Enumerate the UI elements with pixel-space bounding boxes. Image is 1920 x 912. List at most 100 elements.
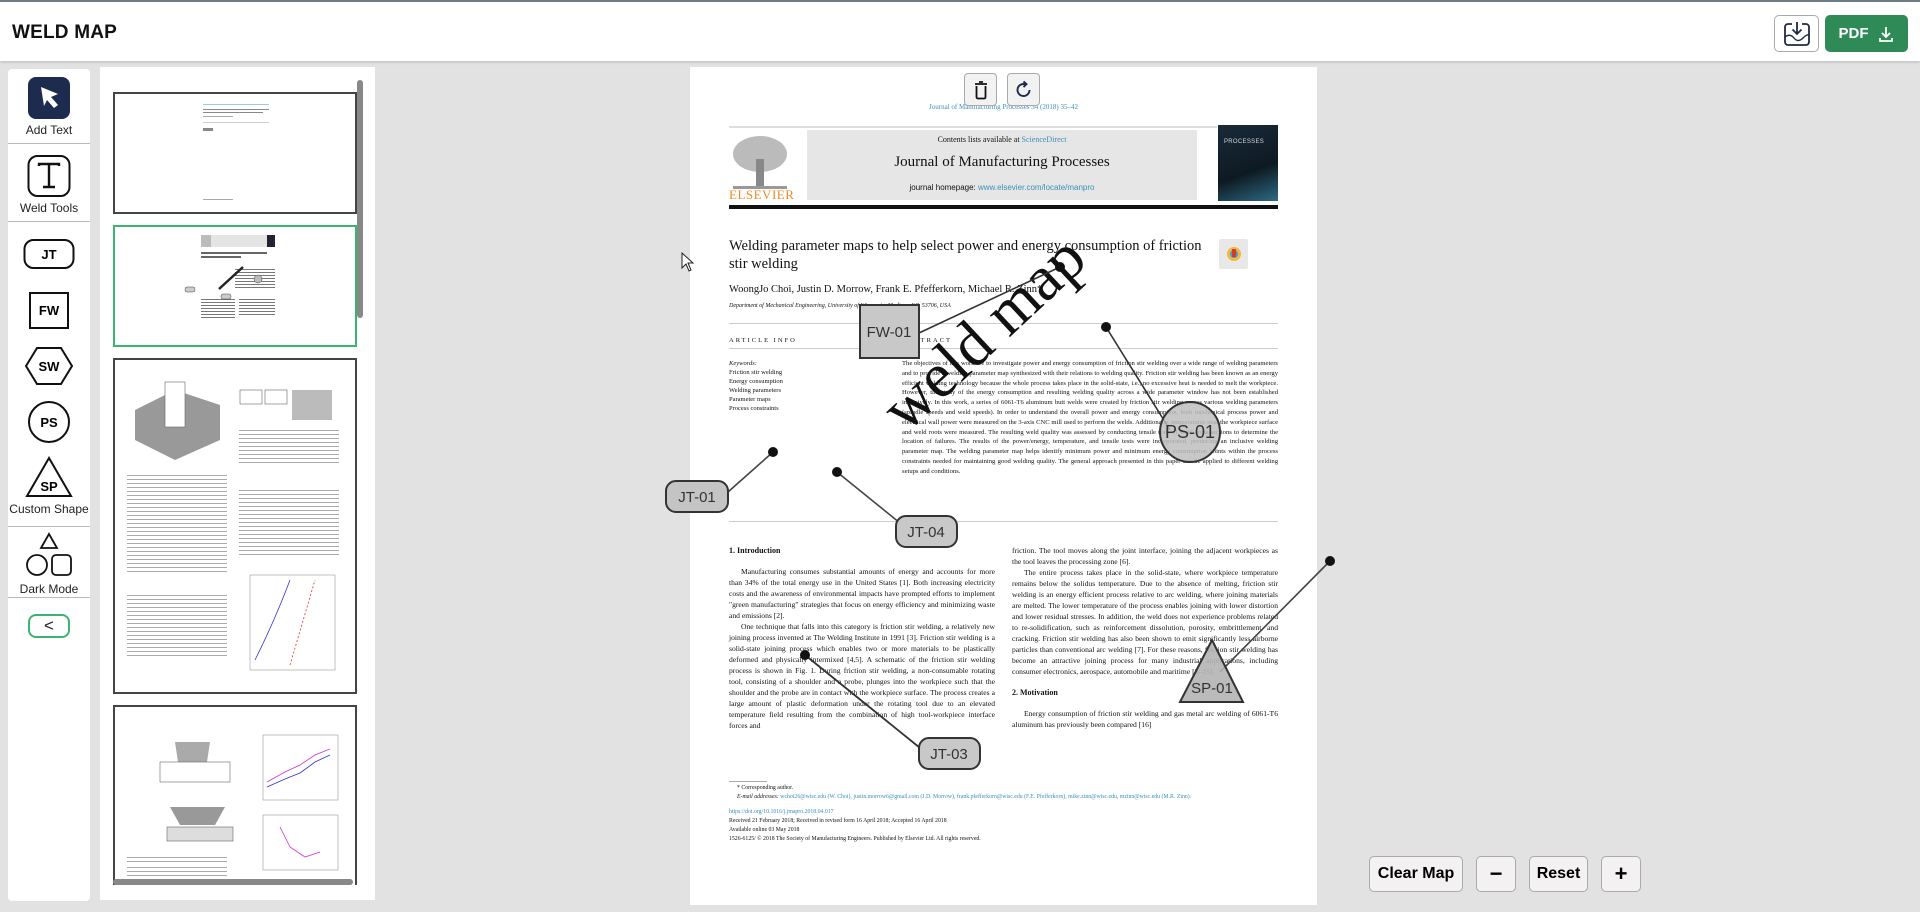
top-bar: WELD MAP PDF (0, 0, 1920, 61)
page-toolbar (964, 73, 1040, 106)
divider (8, 597, 90, 598)
homepage-prefix: journal homepage: (909, 183, 978, 192)
available-online: Available online 03 May 2018 (729, 827, 800, 833)
tool-ps[interactable]: PS (8, 400, 90, 444)
anchor-point[interactable] (1101, 322, 1111, 332)
fw-square-icon: FW (29, 292, 69, 329)
thumbnail-page-2-preview (184, 235, 275, 318)
left-column: 1. Introduction Manufacturing consumes s… (729, 545, 995, 731)
anchor-point[interactable] (832, 467, 842, 477)
tool-jt[interactable]: JT (8, 238, 90, 270)
doi-link[interactable]: https://doi.org/10.1016/j.jmapro.2018.04… (729, 808, 1278, 817)
tool-select[interactable]: Add Text (8, 77, 90, 137)
keyword: Welding parameters (729, 387, 781, 394)
reset-zoom-button[interactable]: Reset (1529, 856, 1588, 892)
thumbnail-page-3[interactable] (113, 358, 357, 694)
check-updates-icon (1226, 247, 1241, 261)
mouse-cursor-icon (681, 252, 695, 272)
tool-text[interactable]: Weld Tools (8, 155, 90, 215)
thumbnail-horizontal-scrollbar[interactable] (113, 879, 353, 885)
anchor-point[interactable] (1055, 262, 1065, 272)
paper-title: Welding parameter maps to help select po… (729, 238, 1202, 272)
thumbnail-page-2[interactable] (113, 225, 357, 347)
tool-label-add-text: Add Text (25, 123, 73, 137)
thumbnail-page-3-preview (127, 381, 339, 671)
tool-label-dark-mode: Dark Mode (19, 582, 79, 596)
text-t-icon (27, 155, 71, 197)
introduction-heading: 1. Introduction (729, 546, 781, 555)
cover-title: PROCESSES (1224, 139, 1265, 145)
tool-label-custom-shape: Custom Shape (9, 502, 89, 516)
intro-paragraph: friction. The tool moves along the joint… (1012, 546, 1278, 566)
tool-custom-shape[interactable]: Dark Mode (8, 532, 90, 596)
sw-hexagon-icon: SW (24, 347, 74, 385)
zoom-controls: Clear Map − Reset + (1369, 856, 1641, 892)
svg-text:PS: PS (40, 415, 58, 430)
app-title: WELD MAP (12, 22, 118, 43)
marker-label: JT-03 (930, 746, 968, 763)
email-addresses[interactable]: wchoi26@wisc.edu (W. Choi), justin.morro… (780, 794, 1191, 800)
footnote-rule (729, 781, 767, 782)
intro-paragraph: The entire process takes place in the so… (1012, 568, 1278, 676)
svg-text:SP: SP (40, 479, 58, 494)
homepage-link[interactable]: www.elsevier.com/locate/manpro (978, 183, 1095, 192)
rotate-page-button[interactable] (1007, 73, 1040, 106)
marker-label: JT-04 (907, 524, 945, 541)
anchor-point[interactable] (800, 650, 810, 660)
select-arrow-icon (28, 77, 70, 119)
anchor-point[interactable] (768, 447, 778, 457)
intro-paragraph: Manufacturing consumes substantial amoun… (729, 567, 995, 620)
ps-circle-icon: PS (28, 401, 70, 443)
marker-label: JT-01 (678, 489, 716, 506)
divider (8, 143, 90, 144)
check-for-updates-badge[interactable] (1219, 239, 1248, 269)
page-thumbnails (100, 67, 375, 900)
thumbnail-page-4-preview (127, 734, 339, 876)
tool-sp[interactable]: SP Custom Shape (8, 456, 90, 516)
collapse-panel-button[interactable]: < (28, 614, 70, 638)
marker-label: FW-01 (867, 324, 912, 341)
svg-text:SW: SW (39, 359, 61, 374)
svg-text:FW: FW (39, 303, 60, 318)
trash-icon (974, 80, 987, 99)
tool-fw[interactable]: FW (8, 291, 90, 331)
zoom-out-button[interactable]: − (1476, 856, 1516, 892)
journal-banner: Contents lists available at ScienceDirec… (807, 130, 1197, 200)
divider (8, 526, 90, 527)
shapes-icon (26, 532, 72, 576)
image-download-icon (1783, 21, 1810, 46)
keyword: Process constraints (729, 405, 779, 412)
jt-rounded-rect-icon: JT (23, 239, 75, 269)
thumbnail-scrollbar[interactable] (357, 80, 363, 318)
clear-map-button[interactable]: Clear Map (1369, 856, 1463, 892)
document-page[interactable]: Journal of Manufacturing Processes 34 (2… (690, 67, 1317, 905)
divider (8, 221, 90, 222)
motivation-paragraph: Energy consumption of friction stir weld… (1012, 709, 1278, 729)
contents-prefix: Contents lists available at (937, 135, 1022, 144)
marker-label: PS-01 (1165, 422, 1215, 442)
thumbnail-page-1-preview (203, 104, 269, 200)
rotate-icon (1016, 80, 1030, 97)
thumbnail-page-4[interactable] (113, 705, 357, 885)
delete-page-button[interactable] (964, 73, 997, 106)
keywords-label: Keywords: (729, 360, 757, 367)
corresponding-author-note: * Corresponding author. (737, 785, 794, 791)
sp-triangle-icon: SP (25, 456, 73, 497)
zoom-in-button[interactable]: + (1601, 856, 1641, 892)
received-dates: Received 21 February 2018; Received in r… (729, 818, 947, 824)
copyright: 1526-6125/ © 2018 The Society of Manufac… (729, 836, 981, 842)
sciencedirect-link[interactable]: ScienceDirect (1022, 135, 1067, 144)
thumbnail-page-1[interactable] (113, 92, 357, 214)
anchor-point[interactable] (1325, 556, 1335, 566)
marker-label: SP-01 (1191, 680, 1233, 697)
keyword: Energy consumption (729, 378, 783, 385)
tool-sw[interactable]: SW (8, 346, 90, 386)
keyword: Friction stir welding (729, 369, 783, 376)
download-image-button[interactable] (1774, 15, 1819, 52)
pdf-download-button[interactable]: PDF (1825, 15, 1908, 52)
tool-panel: Add Text Weld Tools JT FW SW PS SP Custo… (8, 69, 90, 901)
keywords-list: Keywords: Friction stir welding Energy c… (729, 359, 783, 413)
download-icon (1878, 26, 1893, 42)
pdf-button-label: PDF (1838, 25, 1869, 42)
header-rule (729, 126, 1217, 128)
